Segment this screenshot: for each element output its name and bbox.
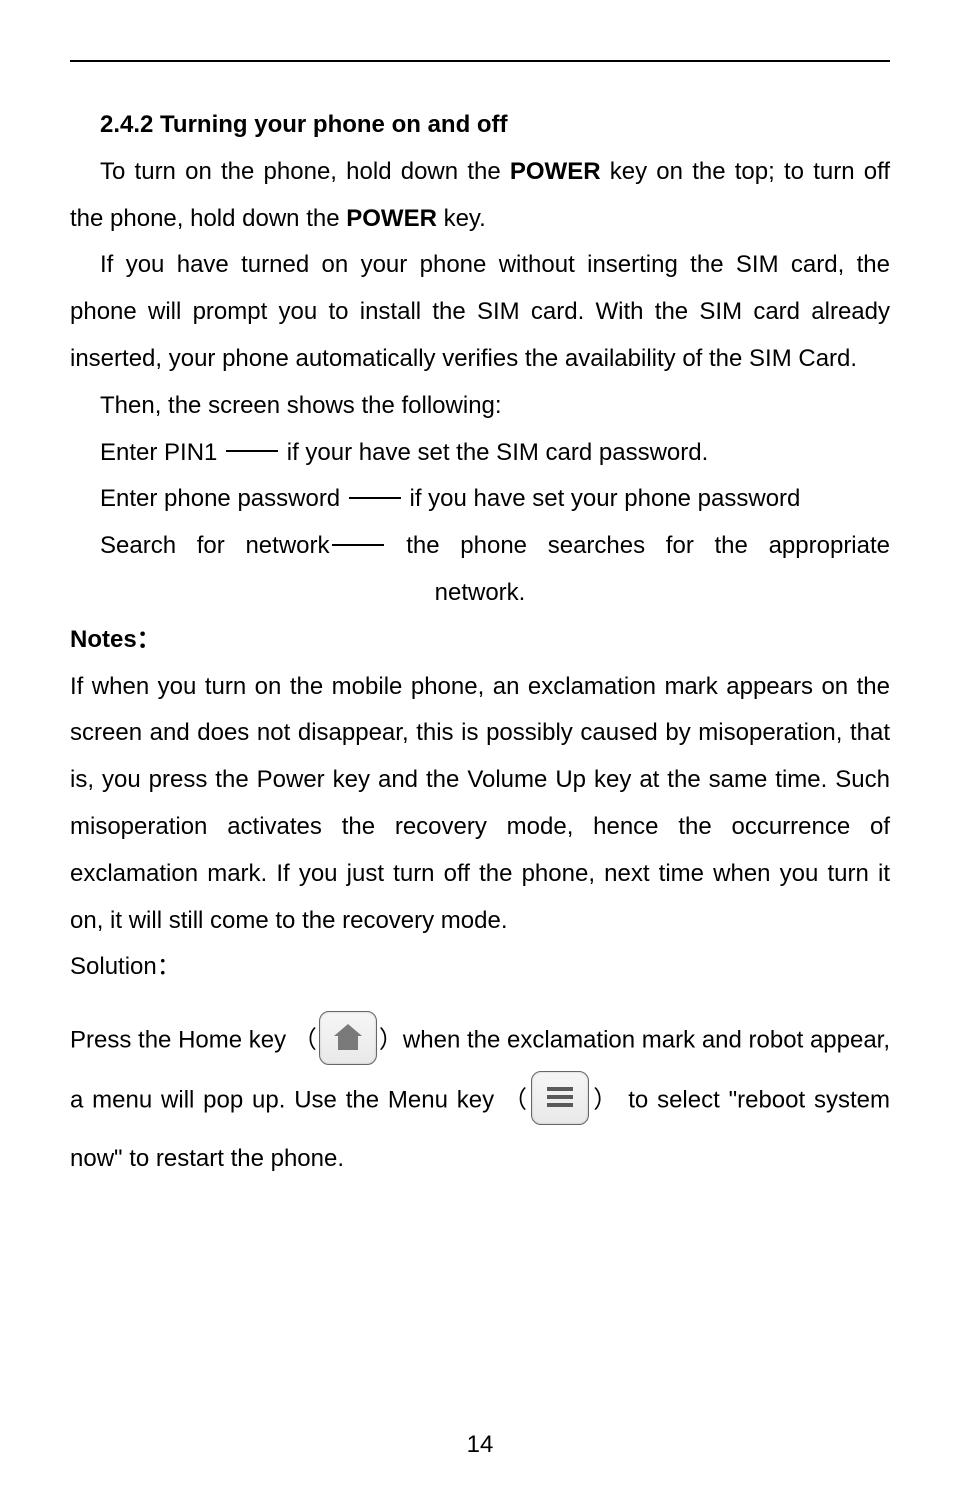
dash-icon	[332, 544, 384, 546]
paragraph-2: If you have turned on your phone without…	[70, 242, 890, 382]
paren-right: ）	[379, 1026, 403, 1053]
l2b: if you have set your phone password	[403, 485, 801, 512]
page-number: 14	[0, 1422, 960, 1469]
l1a: Enter PIN1	[100, 439, 224, 466]
line-search-network: Search for network the phone searches fo…	[70, 523, 890, 617]
p2-text: If you have turned on your phone without…	[70, 251, 890, 372]
manual-page: 2.4.2 Turning your phone on and off To t…	[0, 0, 960, 1491]
paren-right-2: ）	[591, 1086, 619, 1113]
l3b-part: the phone searches for the appropriate	[386, 532, 891, 559]
paren-left: （	[293, 1026, 317, 1053]
dash-icon	[226, 450, 278, 452]
notes-label: Notes：	[70, 617, 890, 664]
paragraph-1: To turn on the phone, hold down the POWE…	[70, 149, 890, 243]
l2a: Enter phone password	[100, 485, 347, 512]
p1-bold-power2: POWER	[346, 205, 437, 232]
l3-network-word: network.	[70, 570, 890, 617]
solution-label: Solution：	[70, 944, 890, 991]
p1-text-a: To turn on the phone, hold down the	[100, 158, 510, 185]
line-pin1: Enter PIN1 if your have set the SIM card…	[70, 430, 890, 477]
paren-left-2: （	[503, 1086, 529, 1113]
line-phone-password: Enter phone password if you have set you…	[70, 476, 890, 523]
p1-bold-power1: POWER	[510, 158, 601, 185]
menu-key-icon	[531, 1071, 589, 1125]
p5a: Press the Home key	[70, 1026, 293, 1053]
home-key-icon	[319, 1011, 377, 1065]
dash-icon	[349, 497, 401, 499]
p1-text-e: key.	[437, 205, 486, 232]
l3a: Search for network	[100, 532, 330, 559]
solution-paragraph-1: Press the Home key （）when the exclamatio…	[70, 1011, 890, 1186]
section-heading: 2.4.2 Turning your phone on and off	[70, 102, 890, 149]
top-rule	[70, 60, 890, 62]
notes-paragraph: If when you turn on the mobile phone, an…	[70, 664, 890, 945]
paragraph-3: Then, the screen shows the following:	[70, 383, 890, 430]
l1b: if your have set the SIM card password.	[280, 439, 708, 466]
